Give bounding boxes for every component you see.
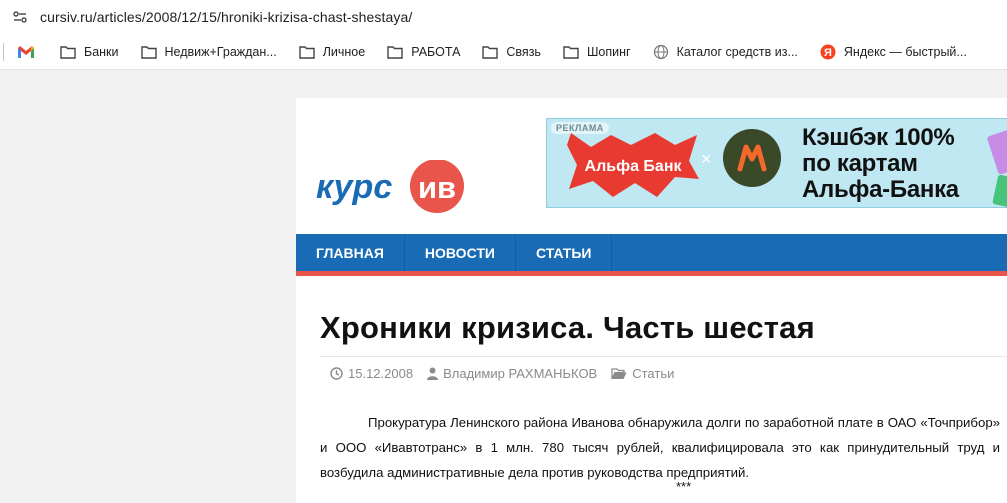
nav-news[interactable]: НОВОСТИ [405, 234, 516, 271]
svg-text:Я: Я [824, 47, 832, 59]
bookmark-shoping[interactable]: Шопинг [563, 44, 631, 60]
bookmark-katalog[interactable]: Каталог средств из... [653, 44, 798, 60]
bookmark-lichnoe[interactable]: Личное [299, 44, 365, 60]
article-category[interactable]: Статьи [611, 366, 674, 381]
article-author[interactable]: Владимир РАХМАНЬКОВ [427, 366, 597, 381]
article-paragraph: Прокуратура Ленинского района Иванова об… [320, 415, 1000, 480]
bookmarks-separator [3, 42, 4, 61]
bookmark-yandex[interactable]: Я Яндекс — быстрый... [820, 44, 967, 60]
ad-separator: × [701, 149, 712, 169]
ad-bank-name: Альфа Банк [585, 158, 683, 175]
article-body: Прокуратура Ленинского района Иванова об… [320, 410, 1000, 485]
bookmark-rabota[interactable]: РАБОТА [387, 44, 460, 60]
folder-icon [140, 44, 157, 60]
bookmark-svyaz[interactable]: Связь [482, 44, 541, 60]
article-meta: 15.12.2008 Владимир РАХМАНЬКОВ Статьи [330, 366, 688, 381]
bookmark-nedvizh[interactable]: Недвиж+Граждан... [140, 44, 277, 60]
globe-icon [653, 44, 669, 60]
site-logo[interactable]: курс ив [316, 159, 466, 216]
folder-icon [60, 44, 76, 60]
main-nav: ГЛАВНАЯ НОВОСТИ СТАТЬИ [296, 234, 1007, 276]
ad-banner[interactable]: РЕКЛАМА Альфа Банк × Кэшбэк 100% по карт… [546, 118, 1007, 208]
alfa-bank-logo: Альфа Банк [567, 133, 699, 197]
bookmark-banks[interactable]: Банки [60, 44, 119, 60]
address-bar[interactable]: cursiv.ru/articles/2008/12/15/hroniki-kr… [0, 0, 1007, 34]
article-date: 15.12.2008 [330, 366, 413, 381]
site-container: курс ив РЕКЛАМА Альфа Банк × Кэшбэк 100%… [296, 98, 1007, 503]
folder-icon [387, 44, 403, 60]
bookmark-gmail[interactable] [18, 44, 42, 60]
meta-divider [320, 356, 1007, 357]
ad-headline: Кэшбэк 100% по картам Альфа-Банка [802, 124, 959, 203]
logo-text-left: курс [316, 168, 392, 206]
ad-card-decoration [986, 127, 1007, 175]
clock-icon [330, 367, 343, 380]
folder-icon [563, 44, 579, 60]
article-title: Хроники кризиса. Часть шестая [320, 310, 815, 345]
bookmarks-bar: Банки Недвиж+Граждан... Личное РАБОТА Св… [0, 34, 1007, 70]
nav-home[interactable]: ГЛАВНАЯ [296, 234, 405, 271]
folder-open-icon [611, 367, 627, 379]
folder-icon [482, 44, 499, 60]
logo-text-right: ив [418, 170, 456, 205]
gmail-icon [18, 44, 34, 60]
site-info-icon[interactable] [12, 9, 28, 25]
article-separator: *** [676, 479, 692, 494]
nav-articles[interactable]: СТАТЬИ [516, 234, 613, 271]
ad-card-decoration [992, 174, 1007, 207]
cashback-partner-icon [723, 129, 781, 187]
url-text[interactable]: cursiv.ru/articles/2008/12/15/hroniki-kr… [40, 9, 412, 25]
user-icon [427, 367, 439, 380]
folder-icon [299, 44, 315, 60]
yandex-icon: Я [820, 44, 836, 60]
